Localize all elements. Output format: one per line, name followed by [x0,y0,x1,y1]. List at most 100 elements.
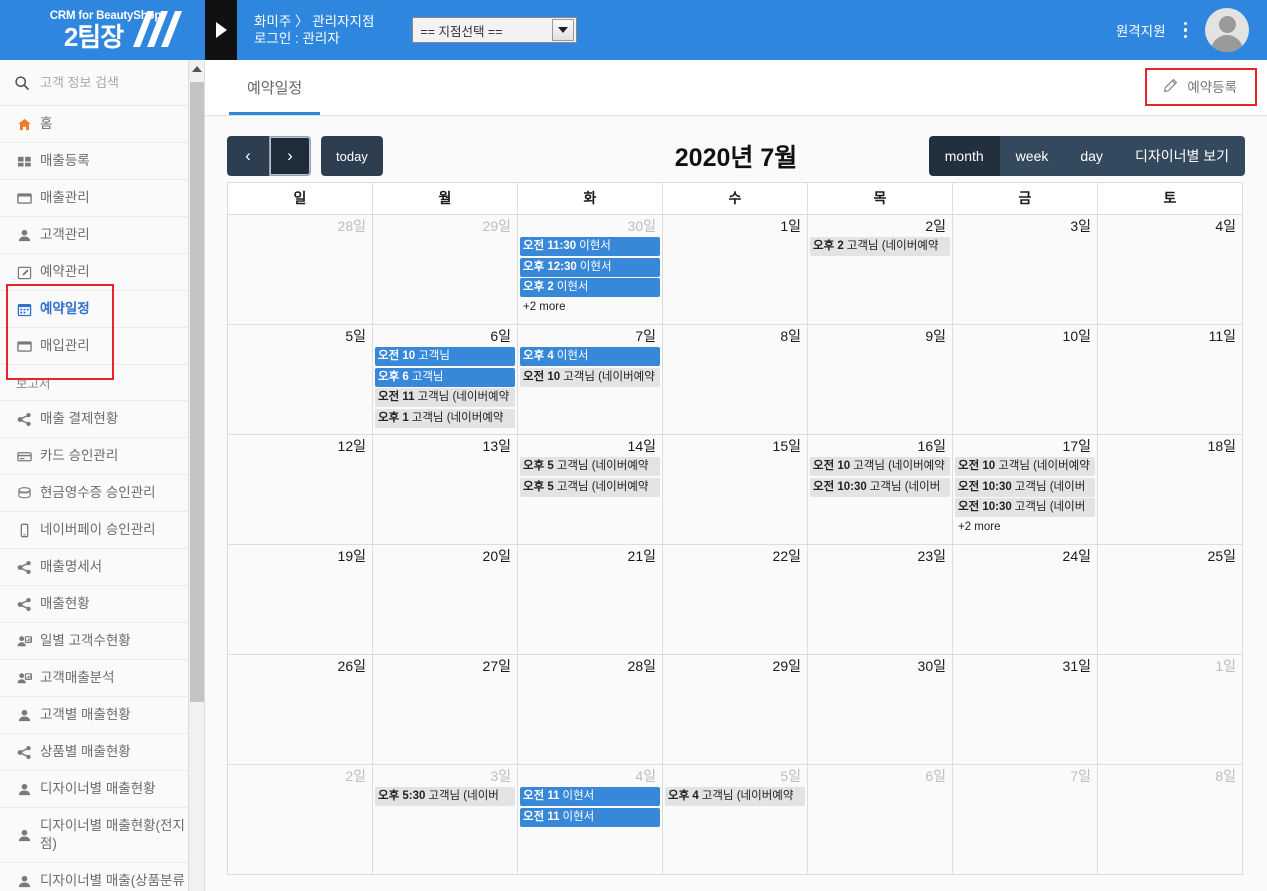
calendar-day-cell[interactable]: 2일 [227,764,373,875]
calendar-day-cell[interactable]: 19일 [227,544,373,655]
calendar-event[interactable]: 오전 10 고객님 (네이버예약 [955,457,1095,476]
day-number[interactable]: 25일 [1098,545,1242,567]
calendar-day-cell[interactable]: 9일 [807,324,953,435]
day-number[interactable]: 29일 [373,215,517,237]
day-number[interactable]: 29일 [663,655,807,677]
calendar-event[interactable]: 오전 11:30 이현서 [520,237,660,256]
brand-logo[interactable]: CRM for BeautyShop 2팀장 [0,0,205,60]
day-number[interactable]: 28일 [518,655,662,677]
calendar-day-cell[interactable]: 3일 [952,214,1098,325]
day-number[interactable]: 28일 [228,215,372,237]
calendar-day-cell[interactable]: 14일 오후 5 고객님 (네이버예약 오후 5 고객님 (네이버예약 [517,434,663,545]
day-number[interactable]: 26일 [228,655,372,677]
search-input[interactable] [38,74,204,91]
sidebar-item-9[interactable]: 카드 승인관리 [0,438,204,475]
day-number[interactable]: 5일 [663,765,807,787]
sidebar-item-12[interactable]: 매출명세서 [0,549,204,586]
calendar-day-cell[interactable]: 6일 [807,764,953,875]
calendar-event[interactable]: 오전 11 이현서 [520,787,660,806]
calendar-day-cell[interactable]: 30일 오전 11:30 이현서 오후 12:30 이현서 오후 2 이현서 +2 more [517,214,663,325]
day-number[interactable]: 21일 [518,545,662,567]
calendar-day-cell[interactable]: 31일 [952,654,1098,765]
calendar-day-cell[interactable]: 6일 오전 10 고객님 오후 6 고객님 오전 11 고객님 (네이버예약 오후 1 고객님 … [372,324,518,435]
day-number[interactable]: 16일 [808,435,952,457]
view-button-1[interactable]: week [999,136,1065,176]
calendar-day-cell[interactable]: 30일 [807,654,953,765]
calendar-day-cell[interactable]: 25일 [1097,544,1243,655]
register-reservation-button[interactable]: 예약등록 [1148,70,1251,102]
calendar-event[interactable]: 오후 6 고객님 [375,367,515,387]
sidebar-item-13[interactable]: 매출현황 [0,586,204,623]
calendar-day-cell[interactable]: 13일 [372,434,518,545]
calendar-day-cell[interactable]: 3일 오후 5:30 고객님 (네이버 [372,764,518,875]
view-button-0[interactable]: month [928,136,1000,176]
day-number[interactable]: 4일 [518,765,662,787]
calendar-day-cell[interactable]: 20일 [372,544,518,655]
day-number[interactable]: 3일 [373,765,517,787]
user-avatar-icon[interactable] [1205,8,1249,52]
calendar-day-cell[interactable]: 2일 오후 2 고객님 (네이버예약 [807,214,953,325]
day-number[interactable]: 5일 [228,325,372,347]
sidebar-item-3[interactable]: 고객관리 [0,217,204,254]
day-number[interactable]: 17일 [953,435,1097,457]
calendar-day-cell[interactable]: 18일 [1097,434,1243,545]
sidebar-item-18[interactable]: 디자이너별 매출현황 [0,771,204,808]
calendar-day-cell[interactable]: 4일 오전 11 이현서 오전 11 이현서 [517,764,663,875]
calendar-day-cell[interactable]: 5일 [227,324,373,435]
calendar-day-cell[interactable]: 17일 오전 10 고객님 (네이버예약 오전 10:30 고객님 (네이버 오전 10:… [952,434,1098,545]
sidebar-item-16[interactable]: 고객별 매출현황 [0,697,204,734]
calendar-day-cell[interactable]: 26일 [227,654,373,765]
day-number[interactable]: 8일 [1098,765,1242,787]
sidebar-item-6[interactable]: 매입관리 [0,328,204,365]
calendar-day-cell[interactable]: 15일 [662,434,808,545]
day-number[interactable]: 30일 [518,215,662,237]
calendar-day-cell[interactable]: 24일 [952,544,1098,655]
day-number[interactable]: 8일 [663,325,807,347]
calendar-day-cell[interactable]: 10일 [952,324,1098,435]
more-vertical-icon[interactable] [1178,19,1194,42]
calendar-event[interactable]: 오후 2 이현서 [520,278,660,297]
calendar-day-cell[interactable]: 8일 [1097,764,1243,875]
day-number[interactable]: 12일 [228,435,372,457]
calendar-event[interactable]: 오전 10:30 고객님 (네이버 [810,477,950,497]
sidebar-item-11[interactable]: 네이버페이 승인관리 [0,512,204,549]
day-number[interactable]: 7일 [518,325,662,347]
day-number[interactable]: 18일 [1098,435,1242,457]
day-number[interactable]: 14일 [518,435,662,457]
calendar-event[interactable]: 오후 5:30 고객님 (네이버 [375,787,515,806]
prev-month-button[interactable]: ‹ [227,136,269,176]
calendar-day-cell[interactable]: 16일 오전 10 고객님 (네이버예약 오전 10:30 고객님 (네이버 [807,434,953,545]
sidebar-item-8[interactable]: 매출 결제현황 [0,401,204,438]
today-button[interactable]: today [321,136,383,176]
sidebar-scrollbar[interactable] [188,60,204,891]
day-number[interactable]: 10일 [953,325,1097,347]
calendar-day-cell[interactable]: 1일 [662,214,808,325]
day-number[interactable]: 11일 [1098,325,1242,347]
sidebar-toggle-button[interactable] [205,0,237,60]
day-number[interactable]: 20일 [373,545,517,567]
chevron-up-icon[interactable] [189,60,204,77]
day-number[interactable]: 6일 [373,325,517,347]
day-number[interactable]: 1일 [663,215,807,237]
next-month-button[interactable]: › [269,136,311,176]
calendar-event[interactable]: 오전 11 이현서 [520,807,660,827]
calendar-event[interactable]: 오전 10:30 고객님 (네이버 [955,498,1095,517]
sidebar-item-15[interactable]: 고객매출분석 [0,660,204,697]
calendar-day-cell[interactable]: 12일 [227,434,373,545]
calendar-day-cell[interactable]: 4일 [1097,214,1243,325]
chevron-down-icon[interactable] [552,19,575,41]
day-number[interactable]: 22일 [663,545,807,567]
calendar-event[interactable]: 오후 1 고객님 (네이버예약 [375,408,515,428]
calendar-event[interactable]: 오전 11 고객님 (네이버예약 [375,388,515,407]
sidebar-item-0[interactable]: 홈 [0,106,204,143]
calendar-event[interactable]: 오후 12:30 이현서 [520,257,660,277]
calendar-day-cell[interactable]: 7일 [952,764,1098,875]
day-number[interactable]: 6일 [808,765,952,787]
day-number[interactable]: 3일 [953,215,1097,237]
day-number[interactable]: 19일 [228,545,372,567]
calendar-day-cell[interactable]: 28일 [517,654,663,765]
calendar-event[interactable]: 오전 10 고객님 (네이버예약 [810,457,950,476]
remote-support-link[interactable]: 원격지원 [1116,20,1166,40]
day-number[interactable]: 1일 [1098,655,1242,677]
calendar-day-cell[interactable]: 5일 오후 4 고객님 (네이버예약 [662,764,808,875]
